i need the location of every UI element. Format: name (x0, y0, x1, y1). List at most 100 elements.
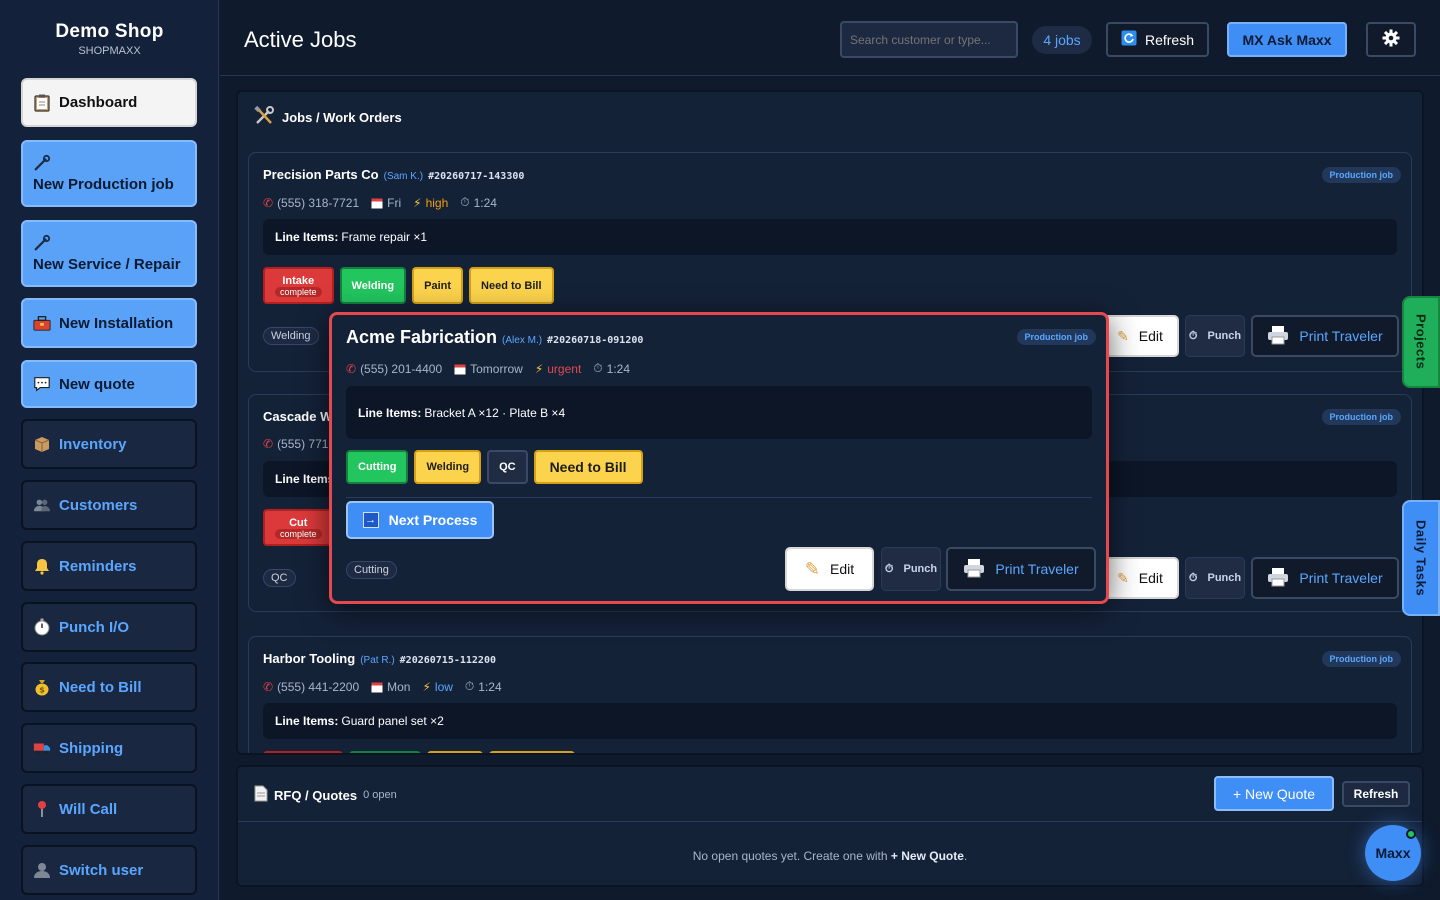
process-chip[interactable]: Welding (339, 267, 407, 304)
punch-button[interactable]: ⏱ Punch (1185, 557, 1245, 599)
users-icon (33, 496, 51, 514)
job-detail-popup[interactable]: Acme Fabrication (Alex M.) #20260718-091… (329, 312, 1109, 604)
next-process-button[interactable]: → Next Process (346, 501, 494, 539)
due-day: Tomorrow (470, 361, 523, 376)
line-items: Line Items: Guard panel set ×2 (263, 703, 1397, 739)
phone-icon: ✆ (346, 361, 357, 376)
process-chip[interactable]: QC (487, 450, 528, 484)
clock-icon: ⏱ (1188, 571, 1198, 584)
sidebar-item-dashboard[interactable]: Dashboard (21, 78, 197, 127)
print-label: Print Traveler (995, 561, 1079, 577)
process-chip[interactable]: Cut complete (263, 509, 334, 546)
line-items-text: Guard panel set ×2 (341, 714, 444, 728)
chip-label: Intake (282, 274, 315, 287)
sidebar-item-inventory[interactable]: Inventory (21, 419, 197, 469)
maxx-label: Maxx (1375, 845, 1411, 861)
process-chip[interactable] (263, 751, 343, 753)
print-traveler-button[interactable]: Print Traveler (1251, 557, 1399, 599)
punch-button[interactable]: ⏱ Punch (881, 547, 941, 591)
rfq-panel: RFQ / Quotes 0 open + New Quote Refresh … (236, 765, 1424, 887)
job-type-badge: Production job (1016, 329, 1096, 345)
sidebar-item-new-service-repair[interactable]: New Service / Repair (21, 220, 197, 287)
elapsed-time: 1:24 (606, 361, 631, 376)
sidebar-item-new-production-job[interactable]: New Production job (21, 140, 197, 207)
timer-icon: ⏱ (593, 361, 603, 375)
process-chips (263, 751, 575, 753)
rfq-refresh-button[interactable]: Refresh (1342, 781, 1410, 807)
edit-button[interactable]: ✎ Edit (1101, 315, 1179, 357)
projects-tab-label: Projects (1413, 314, 1429, 370)
print-traveler-button[interactable]: Print Traveler (1251, 315, 1399, 357)
punch-label: Punch (1207, 572, 1242, 584)
job-title: Cascade We (263, 409, 339, 424)
ask-maxx-button[interactable]: MX Ask Maxx (1227, 22, 1347, 57)
due-day: Fri (387, 195, 402, 210)
empty-suffix: . (963, 849, 968, 863)
phone-icon: ✆ (263, 437, 274, 451)
process-chip[interactable]: Need to Bill (533, 450, 643, 484)
page-title: Active Jobs (244, 27, 357, 52)
print-traveler-button[interactable]: Print Traveler (946, 547, 1096, 591)
sidebar-item-switch-user[interactable]: Switch user (21, 845, 197, 895)
job-title: Harbor Tooling (Pat R.) #20260715-112200 (263, 651, 496, 666)
elapsed-time: 1:24 (473, 195, 497, 210)
edit-button[interactable]: ✎ Edit (1101, 557, 1179, 599)
sidebar-item-new-installation[interactable]: New Installation (21, 298, 197, 348)
phone[interactable]: (555) 201-4400 (360, 362, 442, 376)
refresh-button[interactable]: Refresh (1106, 22, 1209, 57)
projects-tab[interactable]: Projects (1402, 296, 1440, 388)
process-chip[interactable] (489, 751, 575, 753)
rfq-title: RFQ / Quotes 0 open (254, 785, 397, 805)
due-day: Mon (387, 679, 411, 694)
phone-icon: ✆ (263, 195, 274, 210)
process-chip[interactable]: Welding (414, 450, 482, 484)
clock-icon: ⏱ (884, 562, 894, 575)
edit-label: Edit (1138, 570, 1163, 586)
timer-icon: ⏱ (460, 195, 470, 209)
sidebar-item-need-to-bill[interactable]: $ Need to Bill (21, 662, 197, 712)
phone[interactable]: (555) 441-2200 (277, 680, 359, 694)
current-process-tag: QC (263, 569, 296, 587)
phone[interactable]: (555) 318-7721 (277, 196, 359, 210)
pencil-icon: ✎ (1117, 327, 1129, 344)
arrow-right-icon: → (362, 512, 379, 528)
process-chip[interactable] (427, 751, 483, 753)
chip-status: complete (275, 528, 322, 539)
brand-name: Demo Shop (55, 21, 164, 42)
sidebar-item-punch-io[interactable]: Punch I/O (21, 602, 197, 652)
phone[interactable]: (555) 771 (277, 437, 328, 451)
process-chip[interactable]: Intake complete (263, 267, 334, 304)
maxx-assistant-button[interactable]: Maxx (1365, 825, 1421, 881)
job-id: #20260718-091200 (547, 335, 644, 346)
punch-label: Punch (903, 563, 938, 575)
process-chip[interactable]: Cutting (346, 450, 409, 484)
edit-button[interactable]: ✎ Edit (785, 547, 874, 591)
jobs-panel-header: Jobs / Work Orders (254, 105, 402, 129)
clock-icon: ⏱ (1188, 329, 1198, 342)
sidebar-item-new-quote[interactable]: New quote (21, 360, 197, 408)
search-input[interactable] (840, 21, 1018, 58)
chat-icon (33, 375, 51, 393)
process-chip[interactable] (349, 751, 421, 753)
sidebar-item-customers[interactable]: Customers (21, 480, 197, 530)
process-chip[interactable]: Need to Bill (469, 267, 554, 304)
daily-tasks-tab[interactable]: Daily Tasks (1402, 500, 1440, 616)
priority: urgent (547, 361, 582, 376)
new-quote-button[interactable]: + New Quote (1214, 776, 1334, 811)
rfq-header: RFQ / Quotes 0 open + New Quote Refresh (238, 767, 1422, 822)
job-card[interactable]: Harbor Tooling (Pat R.) #20260715-112200… (248, 636, 1412, 753)
sidebar-item-label: New Service / Repair (33, 256, 181, 273)
sidebar-item-shipping[interactable]: Shipping (21, 723, 197, 773)
punch-button[interactable]: ⏱ Punch (1185, 315, 1245, 357)
printer-icon (1267, 325, 1289, 348)
sidebar-item-reminders[interactable]: Reminders (21, 541, 197, 591)
stopwatch-icon (33, 618, 51, 636)
sidebar-item-will-call[interactable]: Will Call (21, 784, 197, 834)
print-label: Print Traveler (1299, 570, 1383, 586)
calendar-icon (454, 363, 466, 375)
job-type-badge: Production job (1321, 409, 1401, 425)
elapsed-time: 1:24 (478, 679, 502, 694)
settings-button[interactable] (1366, 22, 1416, 57)
line-items-label: Line Items: (275, 714, 339, 728)
process-chip[interactable]: Paint (412, 267, 464, 304)
